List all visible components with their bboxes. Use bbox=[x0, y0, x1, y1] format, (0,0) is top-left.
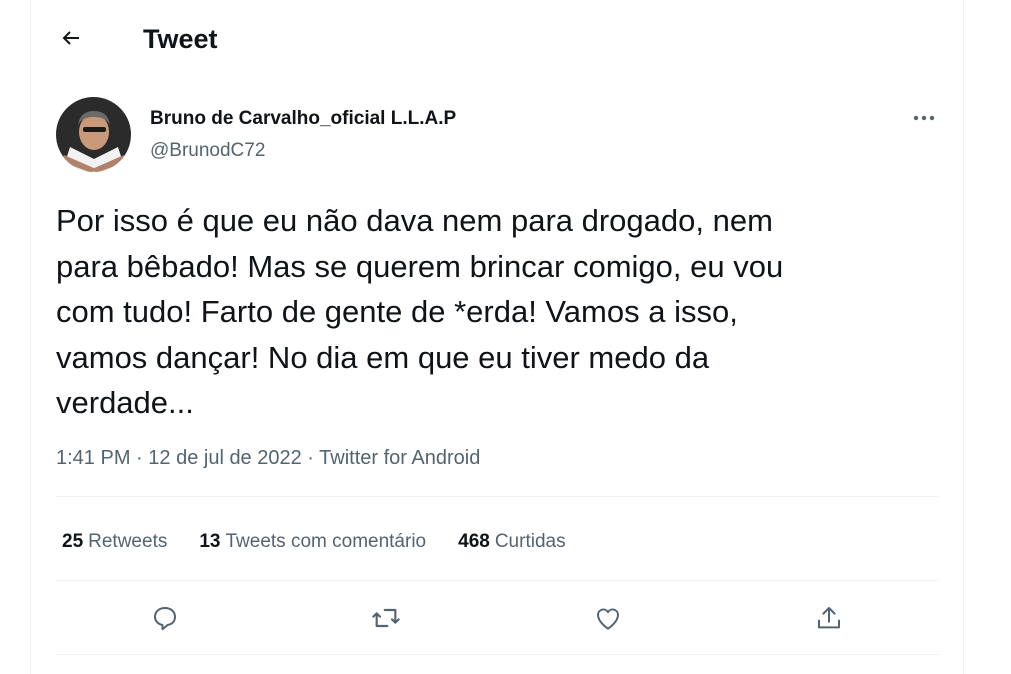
divider bbox=[56, 580, 939, 581]
retweet-icon bbox=[372, 608, 400, 628]
tweet-date[interactable]: 12 de jul de 2022 bbox=[148, 447, 301, 469]
like-icon bbox=[596, 608, 620, 630]
divider bbox=[56, 654, 939, 655]
quotes-label: Tweets com comentário bbox=[225, 531, 427, 552]
back-button[interactable] bbox=[53, 20, 89, 56]
share-button[interactable] bbox=[809, 598, 849, 638]
separator: · bbox=[301, 447, 320, 469]
like-button[interactable] bbox=[588, 598, 628, 638]
page-title: Tweet bbox=[143, 24, 218, 54]
arrow-left-icon bbox=[62, 31, 79, 45]
quotes-stat[interactable]: 13 Tweets com comentário bbox=[199, 528, 426, 556]
separator: · bbox=[130, 447, 149, 469]
avatar[interactable] bbox=[56, 97, 131, 172]
reply-button[interactable] bbox=[145, 598, 185, 638]
tweet-time[interactable]: 1:41 PM bbox=[56, 447, 130, 469]
quotes-count: 13 bbox=[199, 531, 221, 552]
author-handle[interactable]: @BrunodC72 bbox=[150, 139, 265, 163]
reply-icon bbox=[154, 607, 176, 631]
retweets-count: 25 bbox=[62, 531, 84, 552]
page-header: Tweet bbox=[31, 0, 963, 80]
likes-stat[interactable]: 468 Curtidas bbox=[458, 528, 565, 556]
more-options-button[interactable] bbox=[903, 102, 945, 134]
likes-label: Curtidas bbox=[494, 531, 566, 552]
retweet-button[interactable] bbox=[366, 598, 406, 638]
more-icon bbox=[913, 115, 935, 121]
tweet-stats: 25 Retweets 13 Tweets com comentário 468 Cu… bbox=[62, 528, 598, 556]
divider bbox=[56, 496, 939, 497]
likes-count: 468 bbox=[458, 531, 490, 552]
retweets-label: Retweets bbox=[88, 531, 168, 552]
tweet-column: Tweet Bruno de Carvalho_oficial L.L.A.P … bbox=[30, 0, 964, 674]
retweets-stat[interactable]: 25 Retweets bbox=[62, 528, 167, 556]
share-icon bbox=[818, 607, 840, 629]
author-display-name[interactable]: Bruno de Carvalho_oficial L.L.A.P bbox=[150, 107, 456, 131]
tweet-text: Por isso é que eu não dava nem para drog… bbox=[56, 203, 784, 420]
tweet-metadata: 1:41 PM · 12 de jul de 2022 · Twitter fo… bbox=[56, 444, 480, 472]
tweet-source[interactable]: Twitter for Android bbox=[319, 447, 480, 469]
